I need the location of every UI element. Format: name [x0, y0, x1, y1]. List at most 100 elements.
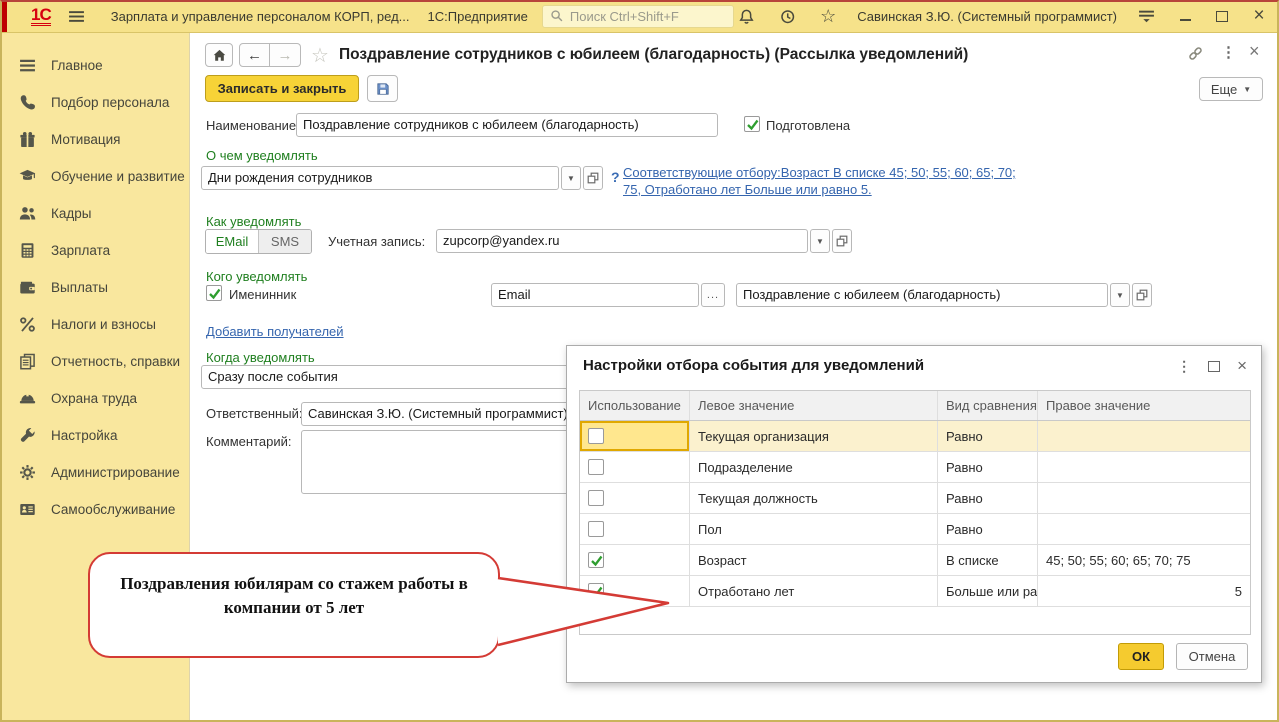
left-value-cell[interactable]: Возраст	[690, 545, 938, 575]
save-button[interactable]	[367, 75, 398, 102]
comparison-kind-cell[interactable]: Равно	[938, 514, 1038, 544]
callout-tail	[494, 555, 684, 660]
column-header[interactable]: Левое значение	[690, 391, 938, 420]
recipient-kind-input[interactable]: Email	[491, 283, 699, 307]
right-value-cell[interactable]: 5	[1038, 576, 1250, 606]
tab-email[interactable]: EMail	[206, 230, 258, 253]
sidebar-item-ohrana-truda[interactable]: Охрана труда	[0, 380, 189, 417]
account-combo[interactable]: zupcorp@yandex.ru	[436, 229, 808, 253]
page-close-icon[interactable]: ×	[1249, 41, 1260, 62]
event-kind-combo[interactable]: Дни рождения сотрудников	[201, 166, 559, 190]
right-value-cell[interactable]	[1038, 421, 1250, 451]
sidebar-item-otchetnost-spravki[interactable]: Отчетность, справки	[0, 343, 189, 380]
use-checkbox[interactable]	[588, 490, 604, 506]
collapse-panels-icon[interactable]	[1134, 4, 1158, 28]
minimize-button[interactable]	[1175, 6, 1195, 26]
sidebar-item-nalogi-i-vznosy[interactable]: Налоги и взносы	[0, 306, 189, 343]
home-icon	[212, 48, 227, 63]
account-dropdown-button[interactable]: ▼	[810, 229, 830, 253]
comparison-kind-cell[interactable]: Равно	[938, 452, 1038, 482]
add-recipients-link[interactable]: Добавить получателей	[206, 324, 344, 339]
checkmark-icon	[208, 287, 221, 300]
left-value-cell[interactable]: Текущая организация	[690, 421, 938, 451]
favorite-star-icon[interactable]: ☆	[311, 43, 329, 68]
tab-sms[interactable]: SMS	[258, 230, 311, 253]
use-checkbox[interactable]	[588, 521, 604, 537]
left-value-cell[interactable]: Пол	[690, 514, 938, 544]
event-kind-dropdown-button[interactable]: ▼	[561, 166, 581, 190]
platform-name: 1С:Предприятие	[428, 9, 528, 24]
dialog-close-icon[interactable]: ×	[1237, 356, 1247, 376]
filter-row[interactable]: Текущая организацияРавно	[580, 421, 1250, 452]
sidebar-item-label: Обучение и развитие	[51, 169, 185, 184]
page-more-kebab-icon[interactable]: ⋮	[1221, 43, 1236, 61]
save-close-button[interactable]: Записать и закрыть	[205, 75, 359, 102]
global-search-input[interactable]: Поиск Ctrl+Shift+F	[542, 5, 734, 28]
sidebar-item-samoobsluzhivanie[interactable]: Самообслуживание	[0, 491, 189, 528]
maximize-button[interactable]	[1212, 6, 1232, 26]
sidebar-item-vyplaty[interactable]: Выплаты	[0, 269, 189, 306]
use-checkbox[interactable]	[588, 428, 604, 444]
sidebar-item-kadry[interactable]: Кадры	[0, 195, 189, 232]
sidebar-item-nastroyka[interactable]: Настройка	[0, 417, 189, 454]
comparison-kind-cell[interactable]: Равно	[938, 483, 1038, 513]
favorites-star-icon[interactable]: ☆	[816, 4, 840, 28]
column-header[interactable]: Правое значение	[1038, 391, 1250, 420]
window-close-button[interactable]: ×	[1249, 6, 1269, 26]
left-value-cell[interactable]: Отработано лет	[690, 576, 938, 606]
home-button[interactable]	[205, 43, 233, 67]
more-button[interactable]: Еще▼	[1199, 77, 1263, 101]
template-dropdown-button[interactable]: ▼	[1110, 283, 1130, 307]
column-header[interactable]: Вид сравнения	[938, 391, 1038, 420]
current-user[interactable]: Савинская З.Ю. (Системный программист)	[857, 9, 1117, 24]
comparison-kind-cell[interactable]: В списке	[938, 545, 1038, 575]
help-icon[interactable]: ?	[611, 169, 620, 185]
sidebar-item-motivatsiya[interactable]: Мотивация	[0, 121, 189, 158]
cancel-button[interactable]: Отмена	[1176, 643, 1248, 670]
page-title: Поздравление сотрудников с юбилеем (благ…	[339, 46, 968, 64]
right-value-cell[interactable]	[1038, 452, 1250, 482]
ok-button[interactable]: ОК	[1118, 643, 1164, 670]
comparison-kind-cell[interactable]: Равно	[938, 421, 1038, 451]
prepared-label: Подготовлена	[766, 118, 850, 133]
sidebar-item-administrirovanie[interactable]: Администрирование	[0, 454, 189, 491]
dialog-maximize-icon[interactable]	[1208, 361, 1220, 372]
use-checkbox[interactable]	[588, 459, 604, 475]
search-placeholder: Поиск Ctrl+Shift+F	[570, 9, 679, 24]
column-header[interactable]: Использование	[580, 391, 690, 420]
annotation-callout: Поздравления юбилярам со стажем работы в…	[88, 552, 500, 658]
forward-button[interactable]: →	[270, 43, 301, 67]
sidebar-item-zarplata[interactable]: Зарплата	[0, 232, 189, 269]
right-value-cell[interactable]	[1038, 514, 1250, 544]
filter-summary-link[interactable]: Соответствующие отбору:Возраст В списке …	[623, 164, 1027, 198]
filter-row[interactable]: ПодразделениеРавно	[580, 452, 1250, 483]
birthday-person-checkbox[interactable]	[206, 285, 222, 301]
template-open-button[interactable]	[1132, 283, 1152, 307]
sidebar-item-podbor-personala[interactable]: Подбор персонала	[0, 84, 189, 121]
sidebar-item-obuchenie-i-razvitie[interactable]: Обучение и развитие	[0, 158, 189, 195]
history-icon[interactable]	[775, 4, 799, 28]
people-icon	[18, 205, 36, 223]
event-kind-open-button[interactable]	[583, 166, 603, 190]
sidebar-item-glavnoe[interactable]: Главное	[0, 47, 189, 84]
left-value-cell[interactable]: Подразделение	[690, 452, 938, 482]
right-value-cell[interactable]: 45; 50; 55; 60; 65; 70; 75	[1038, 545, 1250, 575]
main-menu-icon[interactable]	[65, 4, 89, 28]
template-combo[interactable]: Поздравление с юбилеем (благодарность)	[736, 283, 1108, 307]
filter-row[interactable]: ПолРавно	[580, 514, 1250, 545]
right-value-cell[interactable]	[1038, 483, 1250, 513]
back-button[interactable]: ←	[239, 43, 270, 67]
prepared-checkbox[interactable]	[744, 116, 760, 132]
notifications-bell-icon[interactable]	[734, 4, 758, 28]
left-value-cell[interactable]: Текущая должность	[690, 483, 938, 513]
checkmark-icon	[746, 118, 759, 131]
get-link-icon[interactable]	[1187, 45, 1204, 67]
who-section-label: Кого уведомлять	[206, 269, 307, 284]
comparison-kind-cell[interactable]: Больше или равно	[938, 576, 1038, 606]
name-input[interactable]: Поздравление сотрудников с юбилеем (благ…	[296, 113, 718, 137]
account-open-button[interactable]	[832, 229, 852, 253]
dialog-kebab-icon[interactable]: ⋮	[1177, 358, 1191, 375]
filter-row[interactable]: Текущая должностьРавно	[580, 483, 1250, 514]
recipient-kind-choose-button[interactable]: ...	[701, 283, 725, 307]
brand-red-strip	[0, 0, 7, 32]
